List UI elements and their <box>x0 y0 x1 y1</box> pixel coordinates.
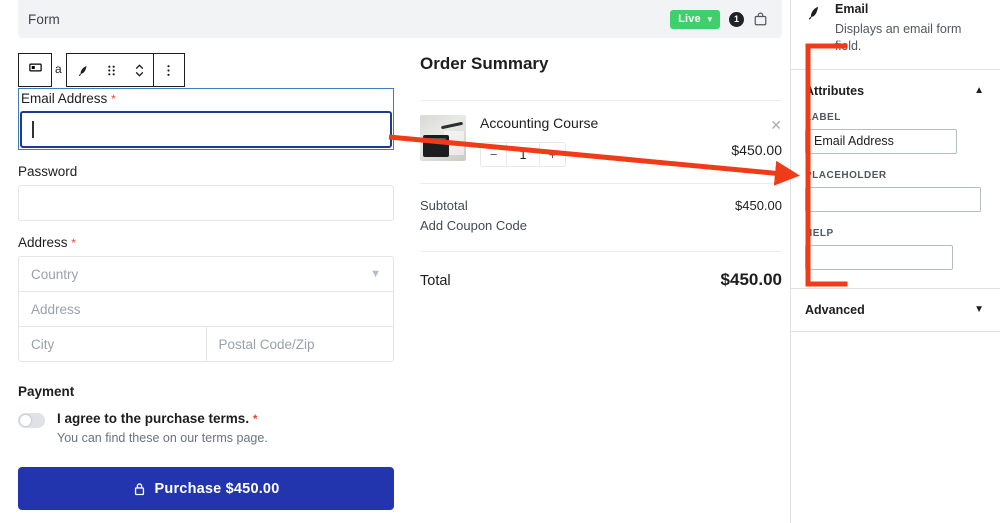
checkout-form-column: a <box>18 54 394 510</box>
quill-pen-icon <box>76 63 91 78</box>
quill-pen-icon <box>805 2 825 55</box>
block-title: Email <box>835 2 984 16</box>
street-address-input[interactable]: Address <box>19 292 393 326</box>
block-type-button[interactable] <box>18 53 52 87</box>
order-summary-title: Order Summary <box>420 54 782 74</box>
postal-code-input[interactable]: Postal Code/Zip <box>207 327 394 361</box>
block-toolbar: a <box>18 53 185 87</box>
toggle-knob <box>20 415 31 426</box>
order-item-price: $450.00 <box>731 142 782 158</box>
quill-pen-button[interactable] <box>69 54 97 86</box>
quantity-stepper[interactable]: − 1 + <box>480 142 566 167</box>
editor-columns: a <box>0 38 790 510</box>
advanced-section-header[interactable]: Advanced ▼ <box>791 289 1000 331</box>
quantity-increase-button[interactable]: + <box>540 143 565 166</box>
advanced-section-title: Advanced <box>805 303 865 317</box>
block-description: Displays an email form field. <box>835 21 984 55</box>
subtotal-value: $450.00 <box>735 198 782 213</box>
block-settings-sidebar: Email Displays an email form field. Attr… <box>790 0 1000 523</box>
password-field-block[interactable]: Password <box>18 164 394 221</box>
form-title: Form <box>28 12 60 27</box>
email-input[interactable] <box>20 111 392 148</box>
total-value: $450.00 <box>721 270 782 290</box>
label-field-group: LABEL Email Address <box>805 112 986 154</box>
chevron-up-icon: ▲ <box>974 85 984 96</box>
address-input-group: Country ▼ Address City Postal Code/Zip <box>18 256 394 362</box>
quantity-value[interactable]: 1 <box>506 143 540 166</box>
form-header-bar: Form Live ▼ 1 <box>18 0 782 38</box>
help-field-group: HELP <box>805 228 986 270</box>
attributes-section-title: Attributes <box>805 84 864 98</box>
form-header-actions: Live ▼ 1 <box>670 10 772 29</box>
total-row: Total $450.00 <box>420 252 782 290</box>
lock-icon <box>133 482 146 496</box>
city-input[interactable]: City <box>19 327 207 361</box>
address-row-street: Address <box>19 292 393 327</box>
subtotal-row: Subtotal $450.00 <box>420 184 782 213</box>
add-coupon-code-link[interactable]: Add Coupon Code <box>420 218 782 233</box>
attributes-section-header[interactable]: Attributes ▲ <box>791 70 1000 112</box>
text-caret <box>32 121 34 138</box>
three-dots-vertical-icon <box>162 64 175 77</box>
country-select[interactable]: Country ▼ <box>19 257 393 291</box>
app-root: Form Live ▼ 1 <box>0 0 1000 523</box>
help-field-caption: HELP <box>805 228 986 239</box>
email-field-block[interactable]: Email Address * <box>18 88 394 150</box>
attributes-section-body: LABEL Email Address PLACEHOLDER HELP <box>791 112 1000 288</box>
terms-label: I agree to the purchase terms. * <box>57 411 268 426</box>
editor-canvas: Form Live ▼ 1 <box>0 0 790 523</box>
terms-toggle[interactable] <box>18 413 45 428</box>
drag-handle-icon <box>105 64 118 77</box>
payment-heading: Payment <box>18 384 394 399</box>
block-info-header: Email Displays an email form field. <box>791 0 1000 69</box>
order-item-name: Accounting Course <box>480 115 782 131</box>
live-status-badge[interactable]: Live ▼ <box>670 10 720 29</box>
close-icon[interactable]: ✕ <box>770 118 782 132</box>
block-actions-group <box>66 53 185 87</box>
live-status-label: Live <box>678 13 701 25</box>
order-item-details: Accounting Course − 1 + <box>480 115 782 167</box>
label-input[interactable]: Email Address <box>805 129 957 154</box>
placeholder-field-group: PLACEHOLDER <box>805 170 986 212</box>
address-field-label: Address * <box>18 235 394 250</box>
block-info-text: Email Displays an email form field. <box>835 2 984 55</box>
password-input[interactable] <box>18 185 394 221</box>
drag-handle-button[interactable] <box>97 54 125 86</box>
terms-description: You can find these on our terms page. <box>57 431 268 445</box>
shopping-bag-icon[interactable] <box>753 12 768 27</box>
purchase-button-label: Purchase $450.00 <box>155 481 280 497</box>
chevron-down-icon: ▼ <box>974 304 984 315</box>
address-row-city-postal: City Postal Code/Zip <box>19 327 393 361</box>
terms-text-group: I agree to the purchase terms. * You can… <box>57 411 268 445</box>
block-layout-icon <box>28 60 43 80</box>
terms-agreement-row: I agree to the purchase terms. * You can… <box>18 411 394 445</box>
total-label: Total <box>420 273 451 289</box>
password-field-label: Password <box>18 164 394 179</box>
order-summary-column: Order Summary Accounting Course − 1 + <box>408 54 782 510</box>
address-field-block[interactable]: Address * Country ▼ Address <box>18 235 394 362</box>
help-input[interactable] <box>805 245 953 270</box>
block-options-button[interactable] <box>154 54 182 86</box>
move-up-down-button[interactable] <box>125 54 153 86</box>
move-up-down-icon <box>133 63 146 78</box>
order-item-row: Accounting Course − 1 + ✕ $450.00 <box>420 101 782 183</box>
placeholder-field-caption: PLACEHOLDER <box>805 170 986 181</box>
product-thumbnail-calculator <box>420 115 466 161</box>
address-row-country: Country ▼ <box>19 257 393 292</box>
quantity-decrease-button[interactable]: − <box>481 143 506 166</box>
subtotal-label: Subtotal <box>420 198 468 213</box>
notification-count-badge[interactable]: 1 <box>729 12 744 27</box>
required-asterisk: * <box>71 236 76 250</box>
ghost-letter-label: a <box>55 62 62 76</box>
chevron-down-icon: ▼ <box>370 268 381 280</box>
placeholder-input[interactable] <box>805 187 981 212</box>
chevron-down-icon: ▼ <box>706 15 714 24</box>
required-asterisk: * <box>111 92 116 106</box>
required-asterisk: * <box>253 412 258 426</box>
label-field-caption: LABEL <box>805 112 986 123</box>
email-field-label: Email Address * <box>19 89 393 111</box>
purchase-button[interactable]: Purchase $450.00 <box>18 467 394 510</box>
divider <box>791 331 1000 332</box>
